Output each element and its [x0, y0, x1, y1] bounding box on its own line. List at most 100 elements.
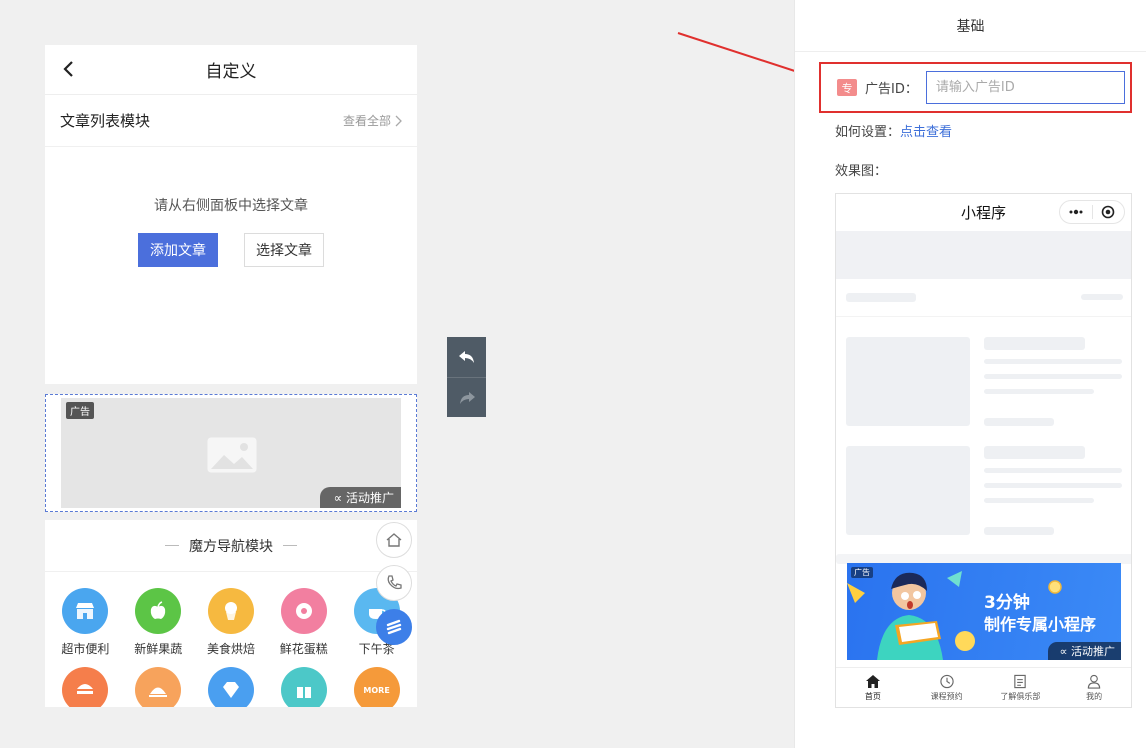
effect-label: 效果图：: [835, 164, 888, 179]
mini-ad-promo-label: 活动推广: [1071, 645, 1115, 658]
skeleton-bar: [984, 359, 1122, 364]
cube-nav-header: 魔方导航模块: [45, 520, 417, 572]
cube-nav-item[interactable]: [49, 667, 122, 707]
howto-label: 如何设置：: [835, 125, 901, 140]
section-gap: [45, 384, 417, 394]
burger-icon: [62, 667, 109, 707]
cube-nav-item[interactable]: 美食烘焙: [195, 588, 268, 657]
link-icon: ∝: [1059, 645, 1068, 658]
cube-nav-label: 新鲜果蔬: [134, 642, 183, 656]
select-article-button[interactable]: 选择文章: [244, 233, 324, 267]
mini-tab-label: 首页: [864, 691, 881, 701]
cube-nav-item[interactable]: 超市便利: [49, 588, 122, 657]
reading-person-illustration: [847, 571, 975, 660]
skeleton-bar: [984, 374, 1122, 379]
mini-tab-label: 了解俱乐部: [1000, 691, 1041, 701]
diamond-icon: [207, 667, 254, 707]
ad-tag: 广告: [66, 402, 94, 419]
cube-nav-item[interactable]: 新鲜果蔬: [122, 588, 195, 657]
skeleton-bar: [984, 337, 1085, 350]
cube-nav-grid: 超市便利 新鲜果蔬 美食烘焙 鲜花蛋糕 下午茶 MORE: [45, 572, 417, 707]
mini-tab-label: 我的: [1086, 691, 1103, 701]
more-icon: MORE: [353, 667, 400, 707]
cube-nav-item[interactable]: [122, 667, 195, 707]
home-outline-icon: [386, 533, 402, 547]
apple-icon: [135, 588, 182, 634]
howto-row: 如何设置：点击查看: [835, 121, 952, 140]
mini-tab-home[interactable]: 首页: [836, 668, 910, 707]
article-hint: 请从右侧面板中选择文章: [154, 198, 308, 214]
panel-title: 基础: [795, 0, 1146, 52]
home-icon: [865, 674, 880, 688]
ad-promo-label: 活动推广: [345, 491, 394, 505]
float-phone-button[interactable]: [376, 565, 412, 601]
mini-tab-booking[interactable]: 课程预约: [910, 668, 984, 707]
skeleton-bar: [984, 468, 1122, 473]
ad-placeholder: 广告 ∝ 活动推广: [61, 398, 401, 508]
ad-module[interactable]: 广告 ∝ 活动推广: [45, 394, 417, 512]
back-arrow-icon[interactable]: [59, 57, 79, 81]
mini-ad-promo-badge: ∝ 活动推广: [1047, 642, 1121, 660]
cube-nav-title: 魔方导航模块: [189, 538, 273, 555]
divider: [283, 545, 297, 546]
skeleton-bar: [984, 446, 1085, 459]
redo-button[interactable]: [447, 377, 486, 417]
divider: [165, 545, 179, 546]
ad-promo-badge: ∝ 活动推广: [319, 487, 401, 508]
cube-nav-item[interactable]: 鲜花蛋糕: [267, 588, 340, 657]
mini-tab-club[interactable]: 了解俱乐部: [984, 668, 1058, 707]
phone-preview: 自定义 文章列表模块 查看全部 请从右侧面板中选择文章 添加文章 选择文章 广告…: [45, 45, 417, 707]
user-icon: [1087, 674, 1101, 689]
skeleton-bar: [984, 527, 1054, 535]
cloche-icon: [135, 667, 182, 707]
page-title: 自定义: [205, 62, 257, 82]
howto-link[interactable]: 点击查看: [900, 125, 952, 140]
skeleton-bar: [984, 389, 1094, 394]
float-brand-button[interactable]: [376, 609, 412, 645]
history-toolbar: [447, 337, 486, 417]
float-home-button[interactable]: [376, 522, 412, 558]
gift-icon: [280, 667, 327, 707]
skeleton-thumb: [846, 337, 970, 426]
redo-icon: [459, 391, 475, 404]
undo-button[interactable]: [447, 337, 486, 377]
skeleton-bar: [984, 418, 1054, 426]
mini-title: 小程序: [960, 204, 1006, 222]
settings-panel: 基础 专 广告ID： 如何设置：点击查看 效果图： 小程序: [794, 0, 1146, 748]
more-icon-text: MORE: [363, 685, 390, 695]
link-icon: ∝: [333, 491, 343, 505]
view-all-label: 查看全部: [342, 114, 391, 128]
view-all-link[interactable]: 查看全部: [343, 112, 402, 129]
mini-header: 小程序: [836, 194, 1131, 231]
ad-id-input[interactable]: [925, 71, 1125, 104]
skeleton-banner: [836, 231, 1131, 279]
mini-program-preview: 小程序 广告 3分钟 制作专属小程序 ∝ 活动推广 首页 课程预约 了解俱乐部 …: [835, 193, 1132, 708]
cube-nav-item[interactable]: [195, 667, 268, 707]
skeleton-bar: [846, 293, 916, 302]
divider: [836, 316, 1131, 317]
skeleton-bar: [1081, 294, 1123, 300]
ad-id-label: 广告ID：: [865, 82, 918, 97]
mini-ad-banner: 广告 3分钟 制作专属小程序 ∝ 活动推广: [847, 563, 1121, 660]
mini-ad-line1: 3分钟: [984, 593, 1030, 613]
store-icon: [62, 588, 109, 634]
coin-icon: [1048, 580, 1062, 594]
mini-capsule: [1059, 200, 1125, 224]
phone-header: 自定义: [45, 45, 417, 95]
image-placeholder-icon: [207, 437, 257, 473]
article-module-title: 文章列表模块: [60, 112, 151, 130]
mini-tab-mine[interactable]: 我的: [1057, 668, 1131, 707]
article-module-body: 请从右侧面板中选择文章 添加文章 选择文章: [45, 147, 417, 384]
mini-ad-line2: 制作专属小程序: [984, 615, 1097, 634]
cube-nav-item[interactable]: MORE: [340, 667, 413, 707]
ad-badge-icon: 专: [837, 79, 857, 96]
article-module-header: 文章列表模块 查看全部: [45, 95, 417, 147]
brand-logo-icon: [386, 619, 402, 635]
mini-tab-label: 课程预约: [930, 691, 963, 701]
add-article-button[interactable]: 添加文章: [138, 233, 218, 267]
cupcake-icon: [207, 588, 254, 634]
cube-nav-label: 美食烘焙: [206, 642, 255, 656]
cube-nav-item[interactable]: [267, 667, 340, 707]
close-target-icon: [1093, 205, 1125, 219]
document-icon: [1014, 674, 1027, 688]
